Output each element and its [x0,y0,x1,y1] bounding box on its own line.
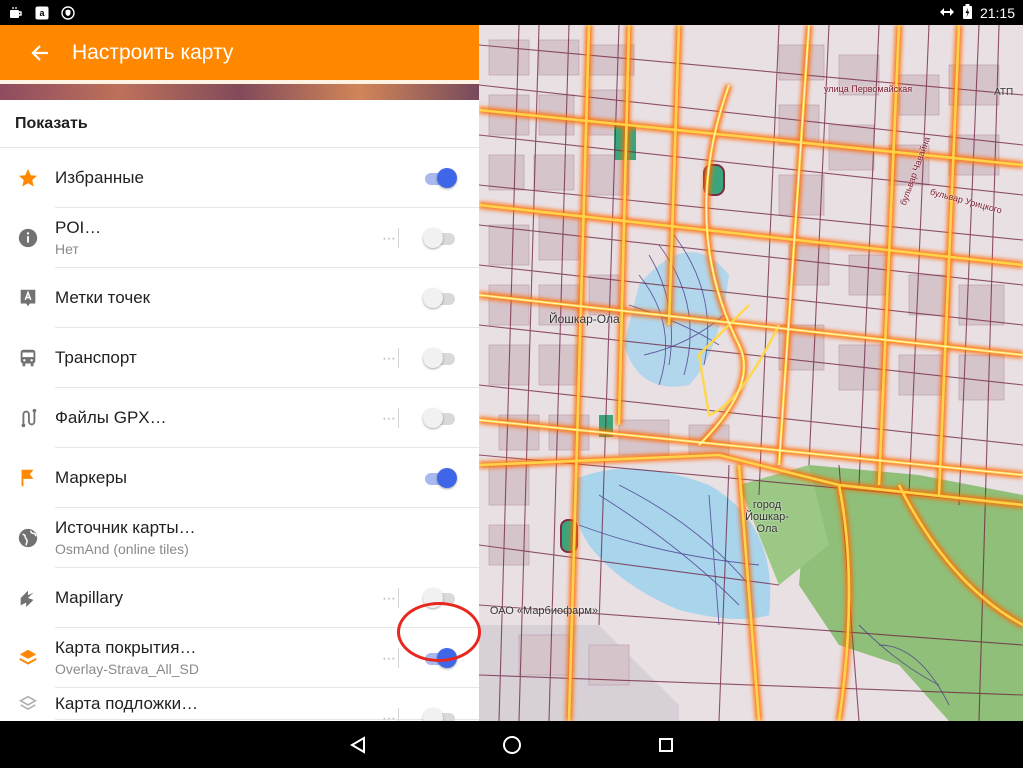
layers-icon [0,647,55,669]
info-icon [0,227,55,249]
layers-outline-icon [0,693,55,715]
toggle-knob [423,408,443,428]
more-options-icon[interactable]: ⋯ [382,350,397,367]
toggle-switch[interactable] [423,467,457,489]
navigation-bar [0,721,1023,768]
status-bar: a 21:15 [0,0,1023,25]
home-circle-icon[interactable] [500,733,524,757]
toggle-switch[interactable] [423,287,457,309]
toggle-switch[interactable] [423,407,457,429]
toggle-switch[interactable] [423,347,457,369]
settings-row[interactable]: Источник карты… OsmAnd (online tiles) [0,508,479,568]
row-texts: Транспорт [55,328,479,388]
map-label-street-1: улица Первомайская [824,84,913,94]
settings-row[interactable]: Маркеры [0,448,479,508]
toggle-knob [423,228,443,248]
more-options-icon[interactable]: ⋯ [382,710,397,721]
map-label-city-2: город Йошкар-Ола [745,499,789,535]
more-options-icon[interactable]: ⋯ [382,590,397,607]
map-view[interactable]: Йошкар-Ола город Йошкар-Ола ОАО «Марбиоф… [479,25,1023,721]
star-icon [0,167,55,189]
row-divider [398,588,399,608]
row-label: Источник карты… [55,518,196,537]
row-label: Маркеры [55,467,128,487]
page-title: Настроить карту [72,40,234,64]
map-label-city: Йошкар-Ола [549,312,620,326]
row-texts: Карта подложки… [55,688,479,720]
row-label: Файлы GPX… [55,407,167,427]
toggle-switch[interactable] [423,167,457,189]
row-divider [398,648,399,668]
row-texts: POI… Нет [55,208,479,268]
toggle-knob [423,348,443,368]
toggle-switch[interactable] [423,707,457,721]
row-label: Транспорт [55,347,137,367]
back-arrow-icon[interactable] [26,39,54,67]
settings-row[interactable]: Транспорт ⋯ [0,328,479,388]
more-options-icon[interactable]: ⋯ [382,230,397,247]
toggle-knob [437,168,457,188]
row-texts: Метки точек [55,268,479,328]
map-label-company: ОАО «Марбиофарм» [489,605,599,617]
bus-icon [0,347,55,369]
amazon-icon: a [34,5,50,21]
settings-row[interactable]: Избранные [0,148,479,208]
settings-row[interactable]: Метки точек [0,268,479,328]
more-options-icon[interactable]: ⋯ [382,650,397,667]
section-title: Показать [0,100,479,148]
mapillary-icon [0,587,55,609]
row-texts: Избранные [55,148,479,208]
toggle-knob [423,708,443,721]
row-texts: Маркеры [55,448,479,508]
cup-icon [8,5,24,21]
route-icon [0,407,55,429]
map-label-icon [0,287,55,309]
toggle-switch[interactable] [423,227,457,249]
row-label: Карта подложки… [55,693,199,713]
row-texts: Файлы GPX… [55,388,479,448]
settings-row[interactable]: POI… Нет ⋯ [0,208,479,268]
row-label: Избранные [55,167,144,187]
more-options-icon[interactable]: ⋯ [382,410,397,427]
map-peek-strip [0,84,479,100]
app-bar: Настроить карту [0,25,479,80]
row-label: POI… [55,218,102,237]
back-triangle-icon[interactable] [346,733,370,757]
row-divider [398,708,399,721]
row-label: Mapillary [55,587,124,607]
row-texts: Источник карты… OsmAnd (online tiles) [55,508,479,568]
data-arrows-icon [939,5,955,21]
row-divider [398,408,399,428]
row-subtitle: OsmAnd (online tiles) [55,541,189,557]
row-subtitle: Overlay-Strava_All_SD [55,661,199,677]
row-label: Метки точек [55,287,151,307]
shield-icon [60,5,76,21]
highlight-circle [397,602,481,662]
map-label-atp: АТП [994,87,1014,98]
status-time: 21:15 [979,4,1015,21]
settings-row[interactable]: Карта подложки… ⋯ [0,688,479,721]
settings-row[interactable]: Файлы GPX… ⋯ [0,388,479,448]
battery-charging-icon [962,3,972,22]
row-subtitle: Нет [55,241,79,257]
toggle-knob [437,468,457,488]
row-divider [398,348,399,368]
recents-square-icon[interactable] [654,733,678,757]
row-divider [398,228,399,248]
toggle-knob [423,288,443,308]
flag-icon [0,467,55,489]
globe-icon [0,527,55,549]
